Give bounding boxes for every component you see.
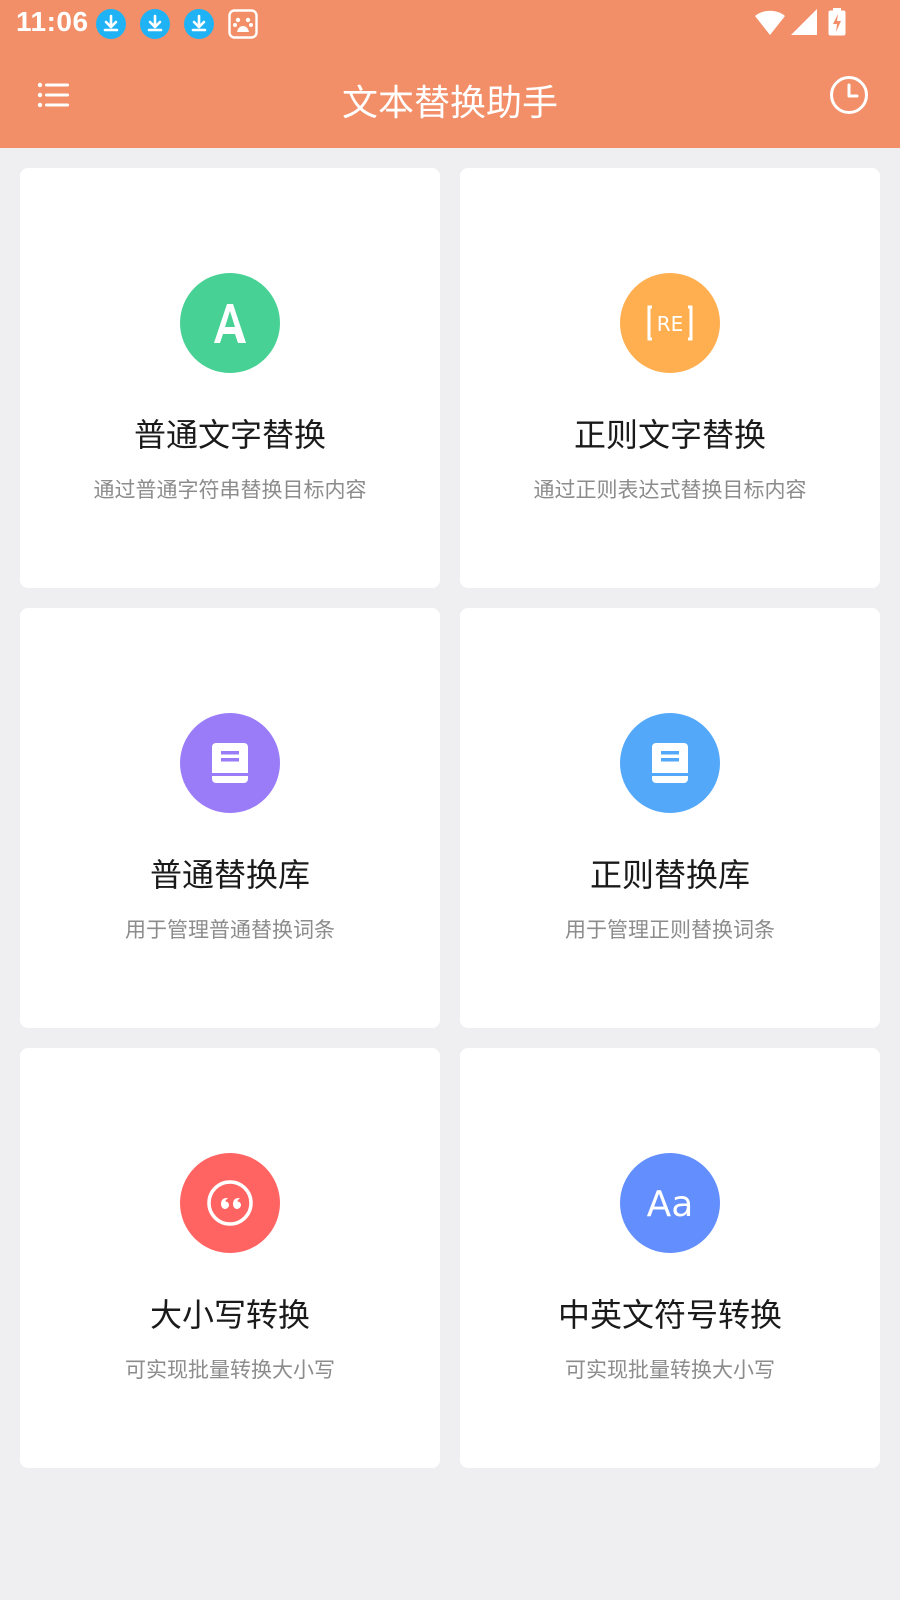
status-bar: 11:06 <box>0 0 900 48</box>
baidu-paw-icon <box>228 9 258 39</box>
card-description: 可实现批量转换大小写 <box>565 1358 775 1382</box>
top-bar: 11:06 文本替换助手 <box>0 0 900 148</box>
svg-text:RE: RE <box>657 312 684 336</box>
card-description: 通过普通字符串替换目标内容 <box>93 478 367 502</box>
download-icon <box>140 9 170 39</box>
battery-charging-icon <box>828 8 846 36</box>
card-title: 大小写转换 <box>149 1296 310 1334</box>
card-title: 正则文字替换 <box>573 416 766 454</box>
card-symbol-convert[interactable]: Aa 中英文符号转换 可实现批量转换大小写 <box>460 1048 880 1468</box>
card-case-convert[interactable]: 大小写转换 可实现批量转换大小写 <box>20 1048 440 1468</box>
card-title: 中英文符号转换 <box>557 1296 782 1334</box>
card-plain-text-replace[interactable]: 普通文字替换 通过普通字符串替换目标内容 <box>20 168 440 588</box>
card-regex-text-replace[interactable]: RE 正则文字替换 通过正则表达式替换目标内容 <box>460 168 880 588</box>
card-title: 正则替换库 <box>589 856 750 894</box>
card-title: 普通替换库 <box>149 856 310 894</box>
card-title: 普通文字替换 <box>133 416 326 454</box>
card-description: 可实现批量转换大小写 <box>125 1358 335 1382</box>
download-icon <box>184 9 214 39</box>
status-time: 11:06 <box>16 6 89 37</box>
letter-a-icon <box>180 273 280 373</box>
app-bar: 文本替换助手 <box>0 48 900 148</box>
card-description: 用于管理正则替换词条 <box>565 918 775 942</box>
history-clock-icon <box>829 75 869 119</box>
regex-icon: RE <box>620 273 720 373</box>
card-description: 通过正则表达式替换目标内容 <box>533 478 807 502</box>
card-description: 用于管理普通替换词条 <box>125 918 335 942</box>
card-regex-library[interactable]: 正则替换库 用于管理正则替换词条 <box>460 608 880 1028</box>
svg-text:Aa: Aa <box>647 1184 694 1223</box>
history-button[interactable] <box>820 68 878 126</box>
signal-icon <box>790 8 818 36</box>
wifi-icon <box>754 8 786 36</box>
aa-text-icon: Aa <box>620 1153 720 1253</box>
feature-grid: 普通文字替换 通过普通字符串替换目标内容 RE 正则文字替换 通过正则表达式替换… <box>20 168 880 1468</box>
download-icon <box>96 9 126 39</box>
app-title: 文本替换助手 <box>341 83 558 124</box>
book-icon <box>620 713 720 813</box>
book-icon <box>180 713 280 813</box>
quote-icon <box>180 1153 280 1253</box>
card-plain-library[interactable]: 普通替换库 用于管理普通替换词条 <box>20 608 440 1028</box>
